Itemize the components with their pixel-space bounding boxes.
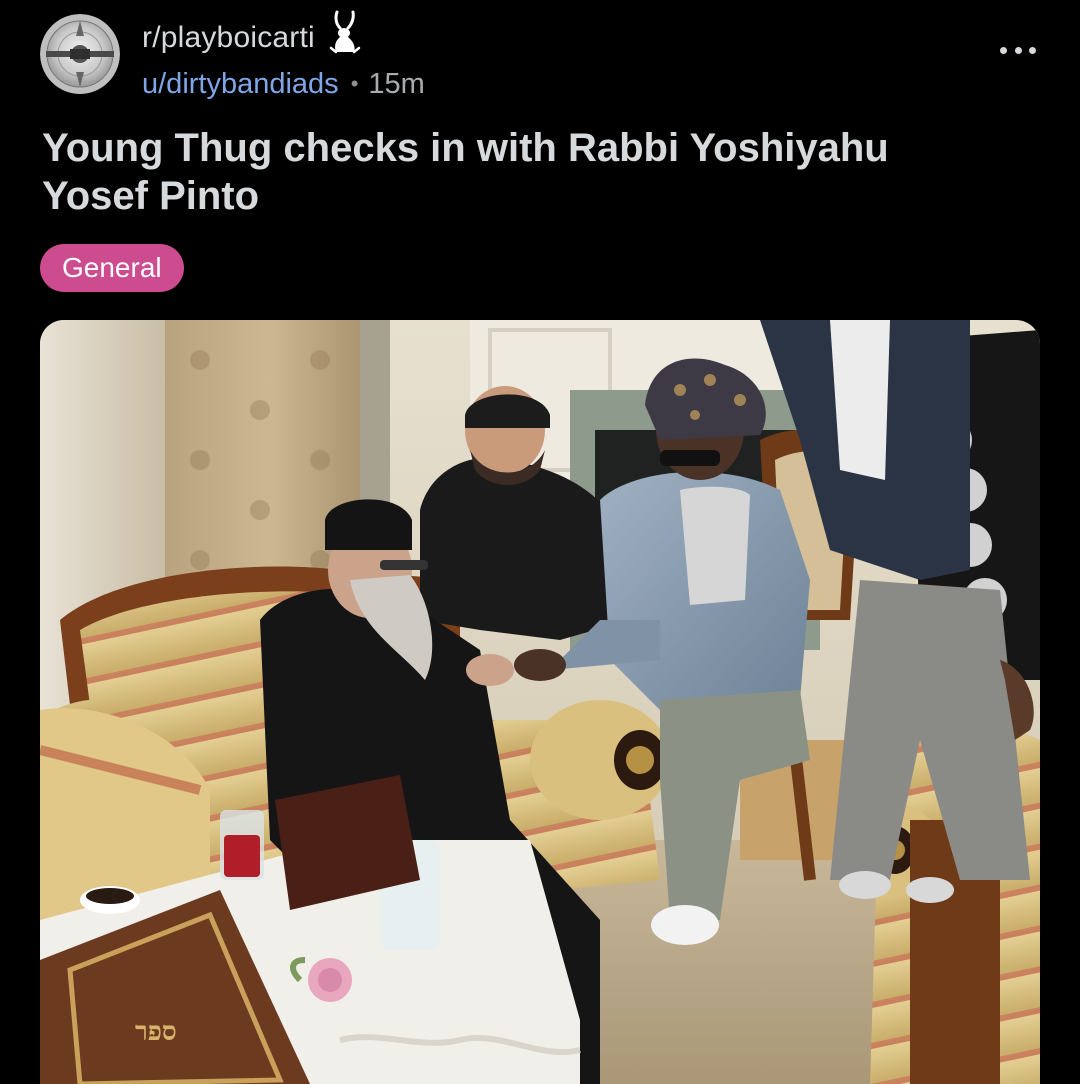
post-title[interactable]: Young Thug checks in with Rabbi Yoshiyah… [42, 124, 1002, 220]
disc-icon [40, 14, 120, 94]
post-meta: r/playboicarti u/dirtybandiads • 15m [142, 10, 425, 104]
more-options-icon[interactable] [1000, 40, 1036, 60]
subreddit-row: r/playboicarti [142, 10, 425, 58]
post-timestamp: 15m [368, 67, 425, 100]
meta-separator: • [350, 71, 359, 96]
subreddit-link[interactable]: r/playboicarti [142, 21, 315, 55]
book-cover-text: ספר [135, 1017, 177, 1047]
post-image[interactable]: ספר [40, 320, 1040, 1084]
bunny-icon [327, 10, 363, 54]
photo-illustration: ספר [40, 320, 1040, 1084]
user-row: u/dirtybandiads • 15m [142, 64, 425, 104]
menu-dot [1029, 46, 1036, 54]
subreddit-avatar[interactable] [40, 14, 120, 94]
menu-dot [1000, 46, 1007, 54]
post-card: r/playboicarti u/dirtybandiads • 15m You… [0, 0, 1080, 1084]
menu-dot [1014, 46, 1022, 54]
post-flair[interactable]: General [40, 244, 184, 292]
username-link[interactable]: u/dirtybandiads [142, 68, 339, 101]
